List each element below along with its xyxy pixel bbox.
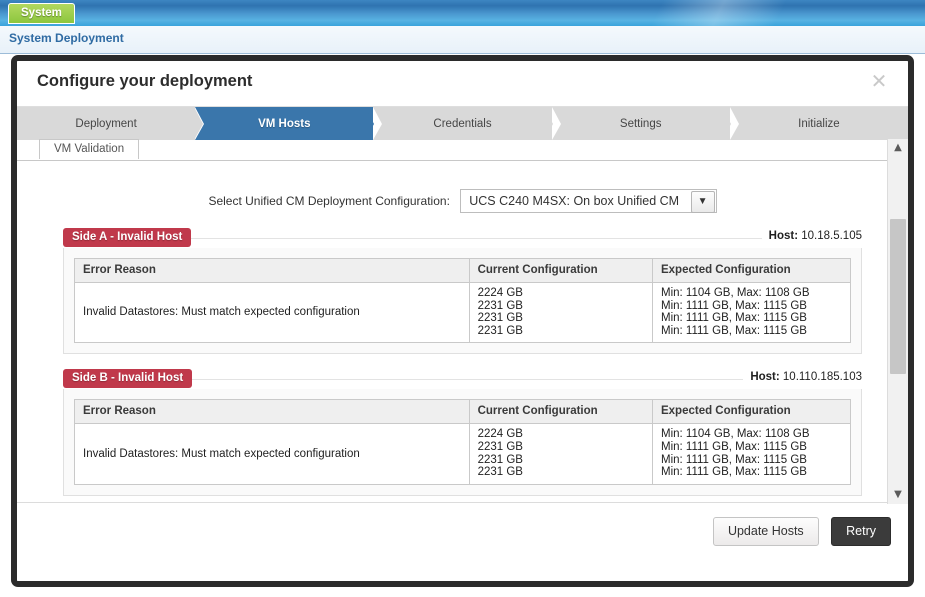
col-current-configuration: Current Configuration bbox=[468, 399, 653, 425]
table-row: Invalid Datastores: Must match expected … bbox=[75, 282, 851, 343]
cell-error-reason: Invalid Datastores: Must match expected … bbox=[83, 306, 360, 319]
cell-current-configuration: 2224 GB 2231 GB 2231 GB 2231 GB bbox=[468, 282, 653, 343]
wizard-step-vm-hosts[interactable]: VM Hosts bbox=[194, 107, 383, 140]
expected-value: Min: 1111 GB, Max: 1115 GB bbox=[660, 453, 807, 466]
expected-value: Min: 1111 GB, Max: 1115 GB bbox=[660, 466, 807, 479]
wizard-step-bar: Deployment VM Hosts Credentials Settings… bbox=[17, 107, 908, 140]
validation-section-side-a: Side A - Invalid Host Host: 10.18.5.105 … bbox=[63, 227, 862, 355]
close-icon[interactable]: ✕ bbox=[866, 68, 892, 94]
wizard-step-settings[interactable]: Settings bbox=[551, 107, 740, 140]
cell-error-reason: Invalid Datastores: Must match expected … bbox=[83, 447, 360, 460]
cell-expected-configuration: Min: 1104 GB, Max: 1108 GB Min: 1111 GB,… bbox=[651, 282, 851, 343]
error-table: Error Reason Current Configuration Expec… bbox=[74, 399, 851, 485]
section-body: Error Reason Current Configuration Expec… bbox=[63, 248, 862, 355]
current-value: 2231 GB bbox=[477, 440, 523, 453]
expected-value: Min: 1111 GB, Max: 1115 GB bbox=[660, 324, 807, 337]
application-window: System System Deployment Configure your … bbox=[0, 0, 925, 597]
tab-strip: VM Validation bbox=[17, 139, 908, 161]
expected-value: Min: 1111 GB, Max: 1115 GB bbox=[660, 440, 807, 453]
section-body: Error Reason Current Configuration Expec… bbox=[63, 389, 862, 496]
wizard-step-credentials[interactable]: Credentials bbox=[373, 107, 561, 140]
deployment-config-label: Select Unified CM Deployment Configurati… bbox=[208, 194, 450, 208]
host-label: Host: bbox=[768, 230, 799, 242]
vertical-scrollbar[interactable]: ▲ ▼ bbox=[887, 139, 908, 504]
wizard-step-label: Initialize bbox=[798, 117, 840, 130]
cell-current-configuration: 2224 GB 2231 GB 2231 GB 2231 GB bbox=[468, 423, 653, 485]
col-expected-configuration: Expected Configuration bbox=[651, 399, 851, 425]
chevron-down-icon[interactable]: ▼ bbox=[690, 191, 715, 213]
host-value: 10.110.185.103 bbox=[782, 371, 862, 384]
wizard-step-label: VM Hosts bbox=[258, 117, 311, 130]
wizard-step-label: Settings bbox=[619, 117, 662, 130]
expected-value: Min: 1104 GB, Max: 1108 GB bbox=[660, 287, 810, 299]
page-title: Configure your deployment bbox=[37, 72, 253, 90]
expected-value: Min: 1111 GB, Max: 1115 GB bbox=[660, 312, 807, 325]
col-error-reason: Error Reason bbox=[74, 258, 470, 283]
col-current-configuration: Current Configuration bbox=[468, 258, 653, 283]
cell-expected-configuration: Min: 1104 GB, Max: 1108 GB Min: 1111 GB,… bbox=[651, 423, 851, 485]
host-info: Host: 10.110.185.103 bbox=[743, 371, 862, 384]
dialog-scroll-body: Select Unified CM Deployment Configurati… bbox=[17, 161, 908, 504]
current-value: 2231 GB bbox=[477, 466, 523, 479]
chevron-up-icon[interactable]: ▲ bbox=[888, 139, 908, 157]
error-table: Error Reason Current Configuration Expec… bbox=[74, 258, 851, 344]
table-header-row: Error Reason Current Configuration Expec… bbox=[74, 399, 851, 425]
table-header-row: Error Reason Current Configuration Expec… bbox=[74, 258, 851, 283]
configure-deployment-dialog: Configure your deployment ✕ Deployment V… bbox=[11, 55, 914, 587]
browser-top-bar: System bbox=[0, 0, 925, 27]
deployment-config-value: UCS C240 M4SX: On box Unified CM bbox=[469, 194, 680, 208]
current-value: 2231 GB bbox=[477, 453, 523, 466]
section-header: Side A - Invalid Host Host: 10.18.5.105 bbox=[63, 227, 862, 249]
expected-value: Min: 1104 GB, Max: 1108 GB bbox=[660, 428, 810, 441]
expected-value: Min: 1111 GB, Max: 1115 GB bbox=[660, 299, 807, 312]
dialog-header: Configure your deployment ✕ bbox=[17, 61, 908, 107]
wizard-step-label: Deployment bbox=[75, 117, 137, 130]
update-hosts-button[interactable]: Update Hosts bbox=[712, 517, 819, 546]
tab-underline bbox=[17, 160, 908, 161]
scrollbar-thumb[interactable] bbox=[890, 219, 906, 374]
validation-content: Select Unified CM Deployment Configurati… bbox=[17, 189, 908, 504]
retry-button[interactable]: Retry bbox=[831, 517, 891, 546]
section-header: Side B - Invalid Host Host: 10.110.185.1… bbox=[63, 368, 862, 390]
breadcrumb: System Deployment bbox=[9, 31, 124, 45]
dialog-footer: Update Hosts Retry bbox=[17, 502, 908, 581]
step-notch bbox=[194, 107, 204, 140]
validation-section-side-b: Side B - Invalid Host Host: 10.110.185.1… bbox=[63, 368, 862, 496]
breadcrumb-bar: System Deployment bbox=[0, 26, 925, 54]
current-value: 2224 GB bbox=[477, 287, 523, 299]
system-tab[interactable]: System bbox=[8, 3, 75, 24]
wizard-step-label: Credentials bbox=[433, 117, 492, 130]
wizard-step-initialize[interactable]: Initialize bbox=[729, 107, 908, 140]
wizard-step-deployment[interactable]: Deployment bbox=[17, 107, 205, 140]
col-error-reason: Error Reason bbox=[74, 399, 470, 425]
host-value: 10.18.5.105 bbox=[801, 230, 862, 242]
current-value: 2224 GB bbox=[477, 428, 523, 441]
status-badge: Side B - Invalid Host bbox=[63, 369, 193, 389]
status-badge: Side A - Invalid Host bbox=[63, 228, 192, 247]
current-value: 2231 GB bbox=[477, 324, 523, 337]
deployment-config-select[interactable]: UCS C240 M4SX: On box Unified CM ▼ bbox=[460, 189, 717, 213]
deployment-config-row: Select Unified CM Deployment Configurati… bbox=[17, 189, 908, 213]
host-label: Host: bbox=[750, 371, 780, 384]
footer-buttons: Update Hosts Retry bbox=[705, 517, 891, 546]
current-value: 2231 GB bbox=[477, 312, 523, 325]
col-expected-configuration: Expected Configuration bbox=[651, 258, 851, 283]
tab-vm-validation[interactable]: VM Validation bbox=[39, 139, 140, 159]
table-row: Invalid Datastores: Must match expected … bbox=[75, 423, 851, 485]
chevron-down-icon[interactable]: ▼ bbox=[888, 486, 908, 504]
current-value: 2231 GB bbox=[477, 299, 523, 312]
host-info: Host: 10.18.5.105 bbox=[761, 230, 862, 242]
